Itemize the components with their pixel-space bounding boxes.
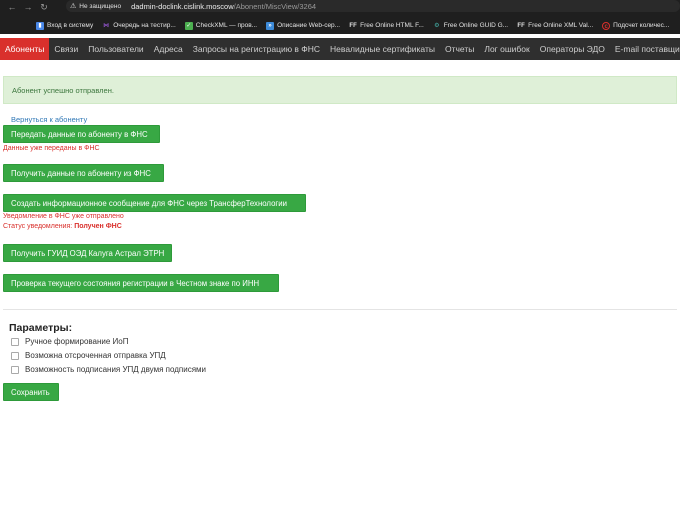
nav-item-addresses[interactable]: Адреса: [149, 38, 188, 60]
bookmark-label: CheckXML — пров...: [195, 22, 258, 29]
alert-text: Абонент успешно отправлен.: [12, 85, 114, 95]
param-option-1[interactable]: Возможна отсроченная отправка УПД: [11, 351, 166, 360]
bookmark-label: Очередь на тестир...: [113, 22, 176, 29]
nav-item-reports[interactable]: Отчеты: [440, 38, 479, 60]
save-button[interactable]: Сохранить: [3, 383, 59, 401]
notice-status-value: Получен ФНС: [74, 223, 122, 230]
nav-item-links[interactable]: Связи: [49, 38, 83, 60]
create-fns-message-button[interactable]: Создать информационное сообщение для ФНС…: [3, 194, 306, 212]
bookmark-label: Free Online GUID G...: [443, 22, 509, 29]
ff-icon: FF: [517, 22, 525, 29]
notice-sent-note: Уведомление в ФНС уже отправлено: [3, 213, 124, 220]
bookmark-4[interactable]: FF Free Online HTML F...: [349, 22, 424, 30]
send-fns-note: Данные уже переданы в ФНС: [3, 145, 100, 152]
browser-toolbar: ← → ↻ ⚠ Не защищено dadmin-doclink.cisli…: [0, 0, 680, 34]
option-label: Ручное формирование ИоП: [25, 337, 129, 346]
main-navbar: Абоненты Связи Пользователи Адреса Запро…: [0, 38, 680, 60]
nav-item-fns-requests[interactable]: Запросы на регистрацию в ФНС: [188, 38, 325, 60]
checkbox-dual-signature[interactable]: [11, 365, 19, 374]
bookmark-label: Подсчет количес...: [613, 22, 670, 29]
bookmark-3[interactable]: » Описание Web-сер...: [266, 21, 341, 30]
checkbox-manual-iop[interactable]: [11, 337, 19, 346]
ff-icon: FF: [349, 22, 357, 29]
guid-icon: ⚙: [434, 22, 440, 29]
section-divider: [3, 309, 677, 310]
nav-item-supplier-emails[interactable]: E-mail поставщиков: [610, 38, 680, 60]
back-to-subscriber-link[interactable]: Вернуться к абоненту: [11, 115, 87, 124]
address-row: ← → ↻ ⚠ Не защищено dadmin-doclink.cisli…: [0, 0, 680, 14]
bookmark-label: Free Online HTML F...: [360, 22, 424, 29]
bookmark-label: Описание Web-сер...: [277, 22, 341, 29]
bookmark-label: Вход в систему: [47, 22, 94, 29]
bookmark-0[interactable]: ▮ Вход в систему: [36, 21, 94, 30]
url-host[interactable]: dadmin-doclink.cislink.moscow: [131, 2, 234, 11]
notice-status: Статус уведомления: Получен ФНС: [3, 223, 122, 230]
option-label: Возможна отсроченная отправка УПД: [25, 351, 166, 360]
bookmark-7[interactable]: c Подсчет количес...: [602, 21, 670, 30]
doc-icon: ▮: [36, 21, 44, 30]
checkbox-deferred-upd[interactable]: [11, 351, 19, 360]
bookmark-5[interactable]: ⚙ Free Online GUID G...: [433, 22, 508, 30]
back-arrow-icon[interactable]: ←: [4, 0, 20, 14]
nav-item-edo-operators[interactable]: Операторы ЭДО: [535, 38, 610, 60]
check-icon: ✓: [184, 21, 193, 30]
bookmark-1[interactable]: ⋈ Очередь на тестир...: [102, 22, 176, 30]
bookmark-6[interactable]: FF Free Online XML Val...: [517, 22, 593, 30]
bookmark-2[interactable]: ✓ CheckXML — пров...: [184, 21, 258, 30]
nav-item-subscribers[interactable]: Абоненты: [0, 38, 50, 60]
bookmarks-bar: ▮ Вход в систему ⋈ Очередь на тестир... ✓ C…: [0, 17, 680, 34]
success-alert: Абонент успешно отправлен.: [3, 76, 677, 104]
nav-item-error-log[interactable]: Лог ошибок: [479, 38, 534, 60]
url-path[interactable]: /Abonent/MiscView/3264: [234, 2, 316, 11]
get-guid-button[interactable]: Получить ГУИД ОЭД Калуга Астрал ЭТРН: [3, 244, 172, 262]
parameters-title: Параметры:: [9, 322, 73, 334]
send-to-fns-button[interactable]: Передать данные по абоненту в ФНС: [3, 125, 160, 143]
nav-item-users[interactable]: Пользователи: [83, 38, 148, 60]
vs-icon: ⋈: [103, 22, 110, 29]
param-option-0[interactable]: Ручное формирование ИоП: [11, 337, 129, 346]
security-label[interactable]: Не защищено: [79, 3, 121, 10]
counter-icon: c: [602, 21, 611, 30]
check-honest-sign-button[interactable]: Проверка текущего состояния регистрации …: [3, 274, 279, 292]
address-bar[interactable]: ⚠ Не защищено dadmin-doclink.cislink.mos…: [66, 0, 680, 12]
warning-icon[interactable]: ⚠: [70, 2, 76, 10]
option-label: Возможность подписания УПД двумя подпися…: [25, 365, 207, 374]
notice-status-label: Статус уведомления:: [3, 223, 73, 230]
param-option-2[interactable]: Возможность подписания УПД двумя подпися…: [11, 365, 206, 374]
get-from-fns-button[interactable]: Получить данные по абоненту из ФНС: [3, 164, 164, 182]
bookmark-label: Free Online XML Val...: [528, 22, 594, 29]
api-icon: »: [266, 21, 275, 30]
forward-arrow-icon[interactable]: →: [20, 0, 36, 14]
reload-icon[interactable]: ↻: [36, 0, 52, 14]
nav-item-invalid-certs[interactable]: Невалидные сертификаты: [325, 38, 440, 60]
